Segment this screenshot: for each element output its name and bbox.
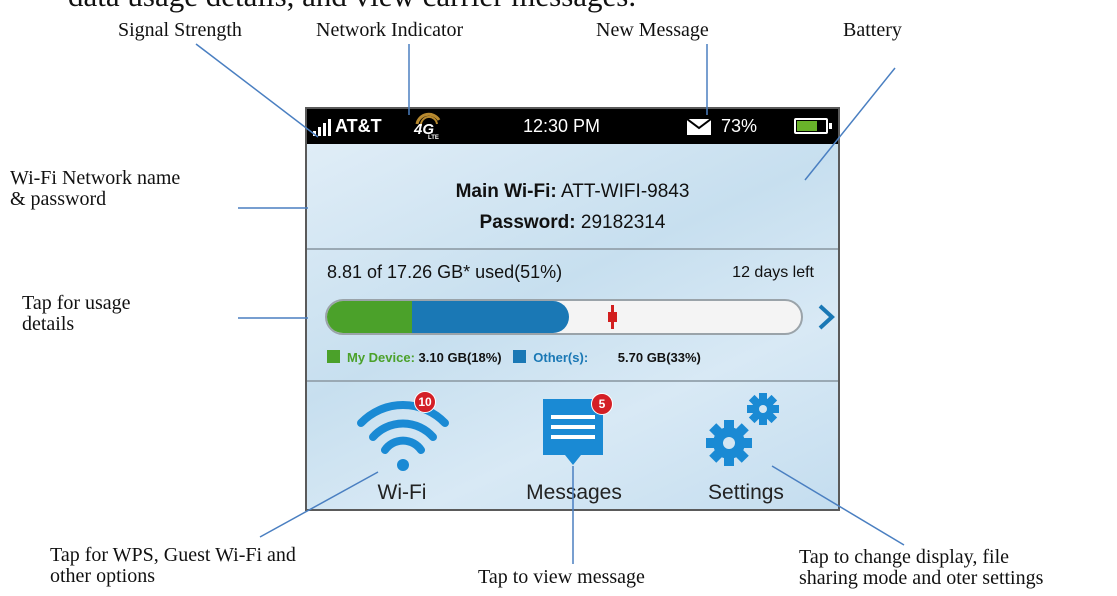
wifi-name-row: Main Wi-Fi: ATT-WIFI-9843 [307,176,838,207]
battery-percent: 73% [721,116,758,136]
caption-text: data usage details, and view carrier mes… [68,0,636,14]
network-4g-lte-icon: 4G LTE [413,112,441,140]
wifi-credentials: Main Wi-Fi: ATT-WIFI-9843 Password: 2918… [307,176,838,238]
status-bar: AT&T 4G LTE 12:30 PM 73% [307,109,838,144]
legend-others-value: 5.70 GB(33%) [617,350,701,365]
legend-swatch-my-device [327,350,340,363]
message-icon [543,399,603,465]
wifi-password-label: Password: [479,212,576,233]
wifi-icon [357,401,449,471]
callout-usage: Tap for usage details [22,293,131,335]
callout-wps-line1: Tap for WPS, Guest Wi-Fi and [50,544,296,566]
app-wifi[interactable]: 10 Wi-Fi [327,385,477,509]
legend-my-device-label: My Device: [347,350,415,365]
battery-icon [794,118,832,134]
app-messages-label: Messages [526,481,622,504]
callout-network-indicator: Network Indicator [316,19,464,41]
callout-wifi-network-line2: & password [10,188,107,210]
usage-bar[interactable] [325,299,803,335]
app-settings[interactable]: Settings [671,385,821,509]
legend-swatch-others [513,350,527,363]
callout-signal-strength: Signal Strength [118,19,242,41]
chevron-right-icon[interactable] [815,304,837,330]
callout-wps: Tap for WPS, Guest Wi-Fi and other optio… [50,545,296,587]
app-messages[interactable]: 5 Messages [499,385,649,509]
divider [307,248,838,250]
gears-icon [706,393,779,466]
callout-wps-line2: other options [50,565,155,587]
wifi-name-label: Main Wi-Fi: [455,181,557,202]
wifi-password-row: Password: 29182314 [307,207,838,238]
callout-settings-line2: sharing mode and oter settings [799,567,1044,589]
callout-wifi-network: Wi-Fi Network name & password [10,168,180,210]
callout-wifi-network-line1: Wi-Fi Network name [10,167,181,189]
callout-usage-line1: Tap for usage [22,292,131,314]
wifi-password-value: 29182314 [580,212,666,233]
envelope-icon[interactable] [687,119,711,135]
callout-usage-line2: details [22,313,75,335]
wifi-badge: 10 [414,391,436,413]
divider [307,380,838,382]
messages-badge: 5 [591,393,613,415]
svg-text:LTE: LTE [428,135,439,140]
battery-fill [797,121,817,131]
usage-bar-my-device [327,301,413,333]
callout-new-message: New Message [596,19,709,41]
callout-view-message: Tap to view message [478,566,645,588]
app-wifi-label: Wi-Fi [377,481,427,504]
usage-legend: My Device: 3.10 GB(18%) Other(s): 5.70 G… [327,350,701,365]
legend-others-label: Other(s): [533,350,589,365]
signal-bars-icon [313,118,331,136]
usage-summary: 8.81 of 17.26 GB* used(51%) [327,262,563,282]
carrier-name: AT&T [335,116,382,136]
usage-bar-others [412,301,569,333]
days-left: 12 days left [732,264,814,281]
wifi-name-value: ATT-WIFI-9843 [560,181,690,202]
clock-time: 12:30 PM [523,116,601,136]
hotspot-screen: AT&T 4G LTE 12:30 PM 73% Main Wi-Fi: ATT… [305,107,840,511]
leader-signal-strength [195,43,319,138]
battery-nub [829,123,832,129]
callout-settings-line1: Tap to change display, file [799,546,1010,568]
usage-marker [608,305,618,329]
app-settings-label: Settings [708,481,784,504]
legend-my-device-value: 3.10 GB(18%) [418,350,502,365]
callout-battery: Battery [843,19,902,41]
callout-settings: Tap to change display, file sharing mode… [799,547,1043,589]
